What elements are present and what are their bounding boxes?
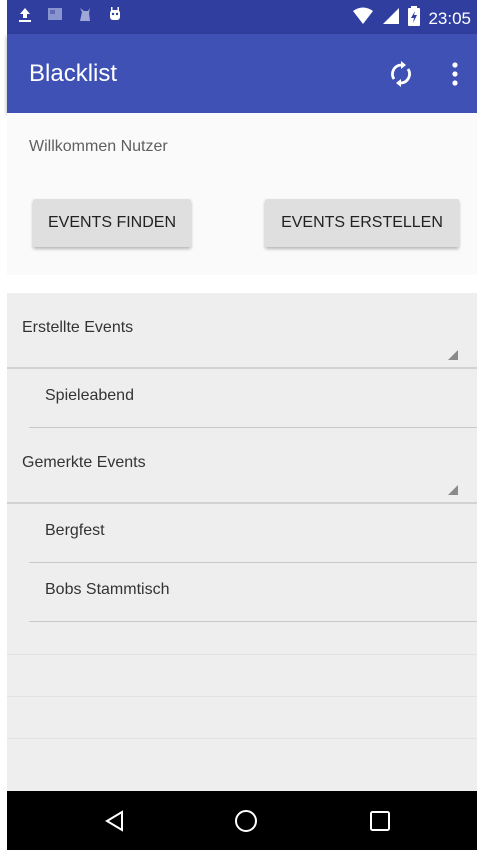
home-button[interactable] (234, 809, 258, 833)
group-header-created[interactable]: Erstellte Events (7, 293, 477, 369)
back-button[interactable] (103, 809, 127, 833)
image-icon (47, 6, 63, 22)
expand-indicator-icon (448, 347, 458, 360)
navigation-bar (7, 791, 477, 850)
page-title: Blacklist (29, 60, 118, 87)
upload-icon (17, 6, 33, 22)
status-bar: 23:05 (7, 0, 477, 34)
app-bar: Blacklist (7, 34, 477, 113)
wifi-icon (352, 7, 374, 30)
welcome-text: Willkommen Nutzer (29, 138, 168, 155)
group-header-saved[interactable]: Gemerkte Events (7, 428, 477, 504)
list-divider (7, 654, 477, 655)
main-content: Willkommen Nutzer EVENTS FINDEN EVENTS E… (7, 113, 477, 791)
create-events-button[interactable]: EVENTS ERSTELLEN (265, 199, 459, 247)
status-time: 23:05 (428, 8, 471, 28)
android-icon (107, 6, 123, 22)
list-item-label: Bobs Stammtisch (45, 581, 170, 598)
more-vert-icon (447, 62, 463, 92)
recents-icon (368, 811, 392, 837)
more-options-button[interactable] (447, 60, 463, 88)
list-item[interactable]: Bobs Stammtisch (29, 563, 477, 622)
status-left-icons (17, 6, 123, 22)
find-events-button[interactable]: EVENTS FINDEN (33, 199, 191, 247)
list-divider (7, 738, 477, 739)
events-list[interactable]: Erstellte Events Spieleabend Gemerkte Ev… (7, 293, 477, 791)
list-item-label: Bergfest (45, 522, 105, 539)
expand-indicator-icon (448, 482, 458, 495)
battery-charging-icon (408, 6, 421, 31)
cat-icon (77, 6, 93, 22)
group-header-label: Gemerkte Events (22, 454, 146, 471)
sync-icon (387, 61, 415, 92)
home-icon (234, 810, 258, 837)
list-divider (7, 696, 477, 697)
list-item[interactable]: Spieleabend (29, 369, 477, 428)
welcome-area: Willkommen Nutzer EVENTS FINDEN EVENTS E… (7, 113, 477, 275)
recents-button[interactable] (368, 809, 392, 833)
group-header-label: Erstellte Events (22, 319, 134, 336)
signal-icon (382, 7, 400, 30)
status-right-icons: 23:05 (352, 6, 471, 31)
list-item[interactable]: Bergfest (29, 504, 477, 563)
back-icon (103, 810, 127, 837)
list-item-label: Spieleabend (45, 387, 134, 404)
sync-button[interactable] (387, 60, 415, 88)
